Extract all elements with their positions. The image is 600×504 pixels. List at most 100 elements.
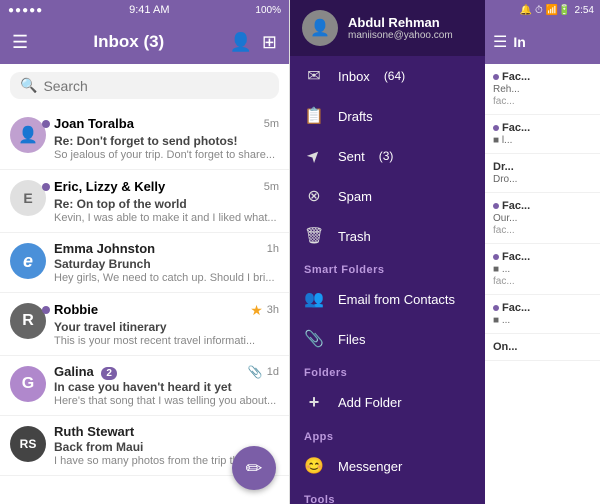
drawer-item-files[interactable]: 📎 Files: [290, 319, 485, 359]
drawer-item-drafts[interactable]: 📋 Drafts: [290, 96, 485, 136]
right-preview-4: fac...: [493, 225, 592, 236]
folders-label: Folders: [290, 359, 485, 382]
drawer-item-sent[interactable]: ➤ Sent (3): [290, 136, 485, 176]
right-sender-6: Fac...: [493, 302, 592, 314]
avatar-6: RS: [10, 426, 46, 462]
menu-icon[interactable]: ☰: [12, 32, 28, 53]
avatar-2: E: [10, 180, 46, 216]
email-content-5: Galina 2 📎 1d In case you haven't heard …: [54, 364, 279, 407]
drawer-profile[interactable]: 👤 Abdul Rehman maniisone@yahoo.com: [290, 0, 485, 56]
right-sender-7: On...: [493, 341, 592, 353]
email-item-4[interactable]: R Robbie ★ 3h Your travel itinerary: [0, 293, 289, 356]
inbox-icon: ✉: [304, 66, 324, 86]
preview-3: Hey girls, We need to catch up. Should I…: [54, 272, 279, 284]
drafts-icon: 📋: [304, 106, 324, 126]
contacts-icon: 👥: [304, 289, 324, 309]
drawer-count-sent: (3): [379, 149, 394, 163]
drawer-item-messenger[interactable]: 😊 Messenger: [290, 446, 485, 486]
right-subject-3: Dro...: [493, 174, 592, 185]
unread-dot-2: [42, 183, 50, 191]
right-subject-6: ■ ...: [493, 315, 592, 326]
right-time: 2:54: [575, 5, 594, 16]
right-email-item-2[interactable]: Fac... ■ l...: [485, 115, 600, 154]
right-email-list: Fac... Reh... fac... Fac... ■ l... Dr...…: [485, 64, 600, 504]
drawer-label-drafts: Drafts: [338, 109, 373, 124]
sender-name-5: Galina 2: [54, 364, 117, 379]
drawer-item-email-contacts[interactable]: 👥 Email from Contacts: [290, 279, 485, 319]
profile-avatar-icon: 👤: [310, 18, 330, 38]
drawer-label-add-folder: Add Folder: [338, 395, 402, 410]
drawer-label-spam: Spam: [338, 189, 372, 204]
time-status: 9:41 AM: [129, 4, 169, 16]
drawer-panel: 👤 Abdul Rehman maniisone@yahoo.com ✉ Inb…: [290, 0, 485, 504]
right-dot-4: [493, 203, 499, 209]
right-email-item-3[interactable]: Dr... Dro...: [485, 154, 600, 193]
subject-2: Re: On top of the world: [54, 197, 279, 211]
time-4: 3h: [267, 304, 279, 316]
header-icons: 👤 ⊞: [229, 32, 277, 53]
email-item-2[interactable]: E Eric, Lizzy & Kelly 5m Re: On top of t…: [0, 170, 289, 233]
unread-dot-1: [42, 120, 50, 128]
avatar-1: 👤: [10, 117, 46, 153]
drawer-label-trash: Trash: [338, 229, 371, 244]
compose-fab[interactable]: ✏: [232, 446, 276, 490]
left-panel-wrapper: ●●●●● 9:41 AM 100% ☰ Inbox (3) 👤 ⊞ 🔍 �: [0, 0, 290, 504]
email-item-5[interactable]: G Galina 2 📎 1d In case you haven't hear…: [0, 356, 289, 416]
right-panel: 🔔 ⏱ 📶🔋 2:54 ☰ In Fac... Reh... fac... Fa…: [485, 0, 600, 504]
attach-icon-5: 📎: [248, 365, 263, 379]
left-status-bar: ●●●●● 9:41 AM 100%: [0, 0, 289, 20]
right-email-item-4[interactable]: Fac... Our... fac...: [485, 193, 600, 244]
subject-5: In case you haven't heard it yet: [54, 380, 279, 394]
right-email-item-5[interactable]: Fac... ■ ... fac...: [485, 244, 600, 295]
right-preview-1: fac...: [493, 96, 592, 107]
sent-icon: ➤: [300, 142, 328, 170]
email-content-4: Robbie ★ 3h Your travel itinerary This i…: [54, 301, 279, 347]
time-2: 5m: [264, 181, 279, 193]
unread-dot-4: [42, 306, 50, 314]
drawer-item-add-folder[interactable]: + Add Folder: [290, 382, 485, 423]
tools-label: Tools: [290, 486, 485, 504]
drawer-label-files: Files: [338, 332, 365, 347]
right-status-bar: 🔔 ⏱ 📶🔋 2:54: [485, 0, 600, 20]
sender-name-3: Emma Johnston: [54, 241, 155, 256]
right-header: ☰ In: [485, 20, 600, 64]
trash-icon: 🗑: [304, 226, 324, 246]
right-email-item-7[interactable]: On...: [485, 334, 600, 361]
person-icon[interactable]: 👤: [229, 32, 251, 53]
right-sender-1: Fac...: [493, 71, 592, 83]
right-email-item-6[interactable]: Fac... ■ ...: [485, 295, 600, 334]
drawer-label-sent: Sent: [338, 149, 365, 164]
email-content-3: Emma Johnston 1h Saturday Brunch Hey gir…: [54, 241, 279, 284]
drawer-label-contacts: Email from Contacts: [338, 292, 455, 307]
preview-1: So jealous of your trip. Don't forget to…: [54, 149, 279, 161]
subject-4: Your travel itinerary: [54, 320, 279, 334]
drawer-item-inbox[interactable]: ✉ Inbox (64): [290, 56, 485, 96]
apps-label: Apps: [290, 423, 485, 446]
profile-avatar: 👤: [302, 10, 338, 46]
right-subject-4: Our...: [493, 213, 592, 224]
drawer-item-trash[interactable]: 🗑 Trash: [290, 216, 485, 256]
battery-status: 100%: [255, 5, 281, 16]
subject-1: Re: Don't forget to send photos!: [54, 134, 279, 148]
files-icon: 📎: [304, 329, 324, 349]
add-folder-icon: +: [304, 392, 324, 413]
right-menu-icon[interactable]: ☰: [493, 32, 507, 52]
drawer-label-messenger: Messenger: [338, 459, 402, 474]
drawer-item-spam[interactable]: ⊗ Spam: [290, 176, 485, 216]
right-subject-5: ■ ...: [493, 264, 592, 275]
grid-icon[interactable]: ⊞: [262, 32, 277, 53]
preview-4: This is your most recent travel informat…: [54, 335, 279, 347]
right-sender-5: Fac...: [493, 251, 592, 263]
email-item-3[interactable]: e Emma Johnston 1h Saturday Brunch Hey g…: [0, 233, 289, 293]
right-sender-4: Fac...: [493, 200, 592, 212]
left-panel: ●●●●● 9:41 AM 100% ☰ Inbox (3) 👤 ⊞ 🔍 �: [0, 0, 290, 504]
email-item-1[interactable]: 👤 Joan Toralba 5m Re: Don't forget to se…: [0, 107, 289, 170]
sender-name-1: Joan Toralba: [54, 116, 134, 131]
right-email-item-1[interactable]: Fac... Reh... fac...: [485, 64, 600, 115]
right-sender-2: Fac...: [493, 122, 592, 134]
search-input[interactable]: [43, 78, 269, 94]
right-subject-2: ■ l...: [493, 135, 592, 146]
email-content-1: Joan Toralba 5m Re: Don't forget to send…: [54, 115, 279, 161]
profile-email: maniisone@yahoo.com: [348, 30, 453, 41]
badge-5: 2: [101, 367, 117, 380]
